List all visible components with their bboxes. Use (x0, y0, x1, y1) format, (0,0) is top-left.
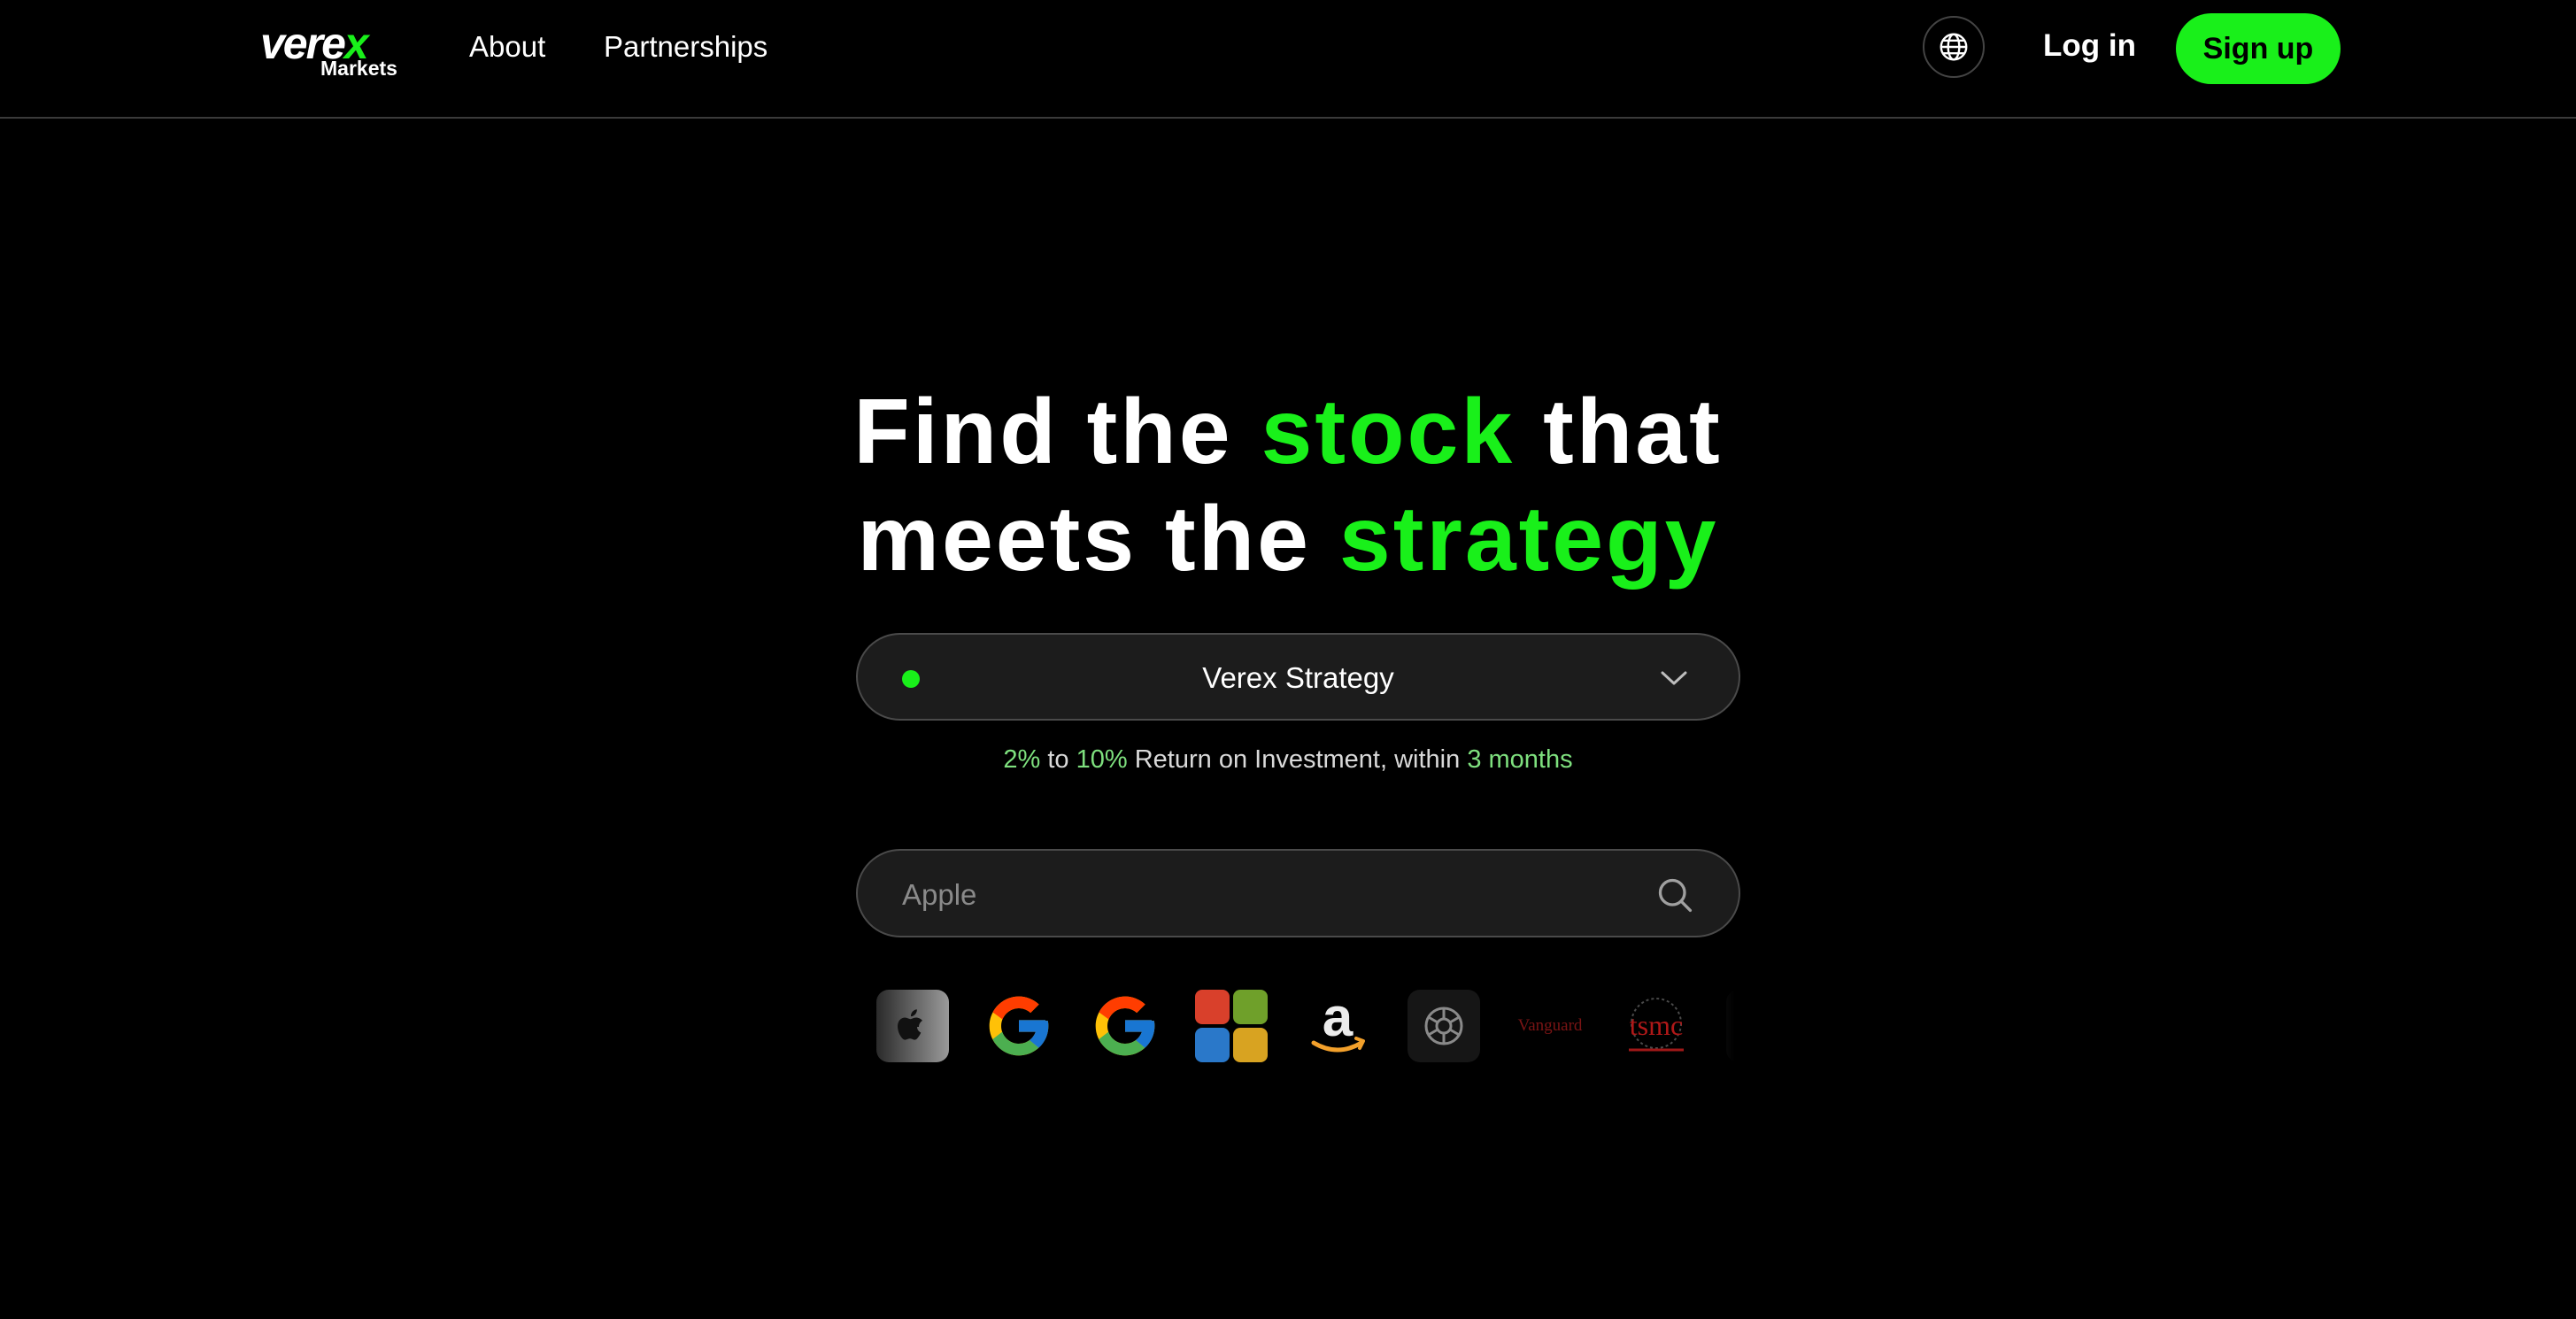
hero-heading: Find the stock that meets the strategy (853, 381, 1723, 590)
language-button[interactable] (1923, 16, 1985, 78)
google-logo[interactable] (983, 990, 1055, 1062)
stock-search-input[interactable] (900, 872, 1612, 918)
login-button[interactable]: Log in (2043, 28, 2136, 64)
svg-text:a: a (1323, 990, 1354, 1048)
roi-description: 2% to 10% Return on Investment, within 3… (1003, 745, 1573, 774)
apple-logo[interactable] (876, 990, 949, 1062)
search-icon[interactable] (1655, 875, 1694, 914)
vanguard-logo[interactable]: Vanguard (1514, 990, 1586, 1062)
openai-logo[interactable] (1408, 990, 1480, 1062)
signup-button[interactable]: Sign up (2176, 13, 2341, 84)
strategy-dropdown[interactable]: Verex Strategy (856, 633, 1740, 721)
amazon-logo[interactable]: a (1301, 990, 1374, 1062)
nav-about-link[interactable]: About (469, 30, 545, 64)
nav-partnerships-link[interactable]: Partnerships (604, 30, 767, 64)
verex-markets-logo[interactable]: verex Markets (260, 19, 402, 80)
stock-search-box (856, 849, 1740, 937)
strategy-selected-value: Verex Strategy (1202, 661, 1394, 694)
top-navigation-bar: verex Markets About Partnerships Log in … (0, 0, 2576, 119)
google-logo[interactable] (1089, 990, 1161, 1062)
globe-icon (1940, 33, 1968, 61)
chevron-down-icon (1661, 671, 1687, 685)
company-logo-carousel: a Vanguard tsmc (876, 990, 1735, 1064)
microsoft-logo[interactable] (1195, 990, 1268, 1062)
tsmc-logo[interactable]: tsmc (1620, 990, 1693, 1062)
carousel-fade (1700, 990, 1735, 1064)
